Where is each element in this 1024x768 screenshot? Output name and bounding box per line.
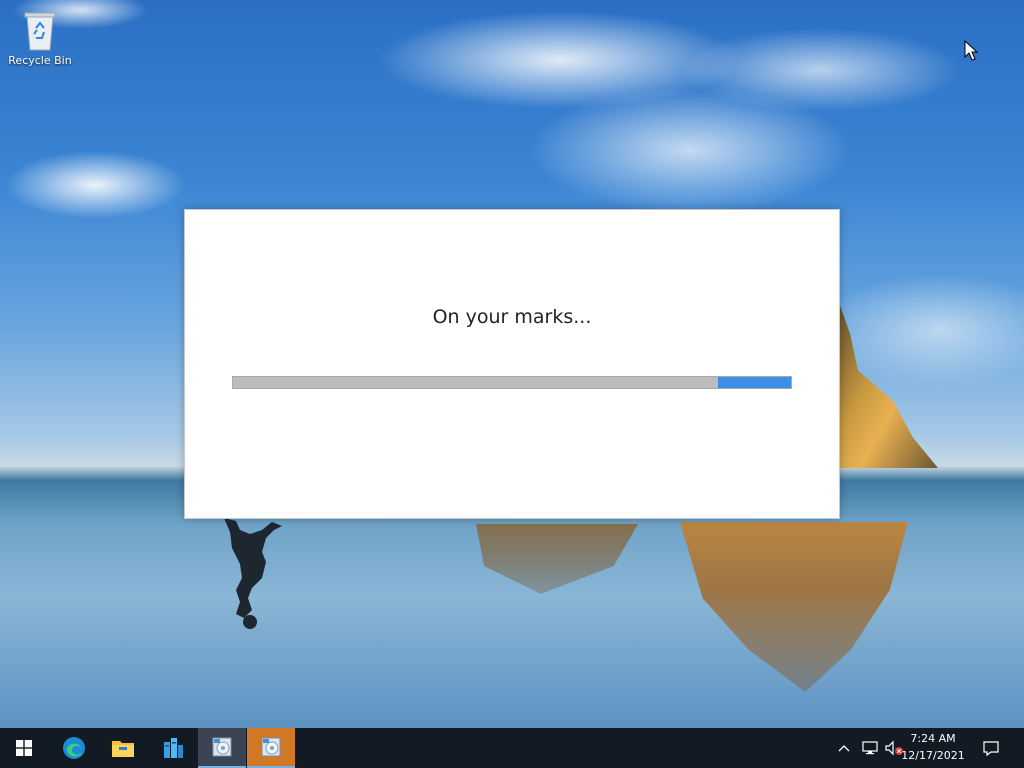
progress-indicator [718, 377, 791, 388]
start-button[interactable] [0, 728, 48, 768]
rock-reflection-small [476, 524, 638, 594]
desktop-wallpaper: Recycle Bin On your marks... [0, 0, 1024, 728]
status-message: On your marks... [432, 306, 592, 328]
installer-icon [212, 737, 232, 757]
network-icon [862, 741, 878, 755]
taskbar: 7:24 AM 12/17/2021 [0, 728, 1024, 768]
rock-reflection [680, 522, 908, 692]
taskbar-server-manager[interactable] [149, 728, 197, 768]
taskbar-file-explorer[interactable] [99, 728, 147, 768]
desktop-icon-recycle-bin[interactable]: Recycle Bin [4, 4, 76, 67]
show-hidden-icons-button[interactable] [838, 740, 854, 756]
taskbar-installer-app-active[interactable] [247, 728, 295, 768]
edge-icon [63, 737, 85, 759]
rock-formation [838, 300, 938, 468]
setup-dialog: On your marks... [184, 209, 840, 519]
clock-date: 12/17/2021 [901, 749, 965, 762]
recycle-bin-icon [24, 12, 56, 51]
taskbar-edge[interactable] [50, 728, 98, 768]
mouse-cursor-icon [964, 40, 978, 61]
desktop-icon-label: Recycle Bin [8, 54, 72, 67]
notifications-button[interactable] [982, 739, 1002, 757]
clock-time: 7:24 AM [910, 732, 956, 745]
server-manager-icon [164, 738, 183, 758]
network-tray-button[interactable] [861, 740, 879, 756]
taskbar-installer-app[interactable] [198, 728, 246, 768]
notifications-icon [983, 741, 999, 757]
folder-icon [112, 741, 134, 757]
progress-bar [232, 376, 792, 389]
chevron-up-icon [838, 745, 850, 752]
installer-icon [261, 737, 281, 757]
person-reflection [224, 518, 282, 629]
windows-logo-icon [16, 740, 32, 756]
